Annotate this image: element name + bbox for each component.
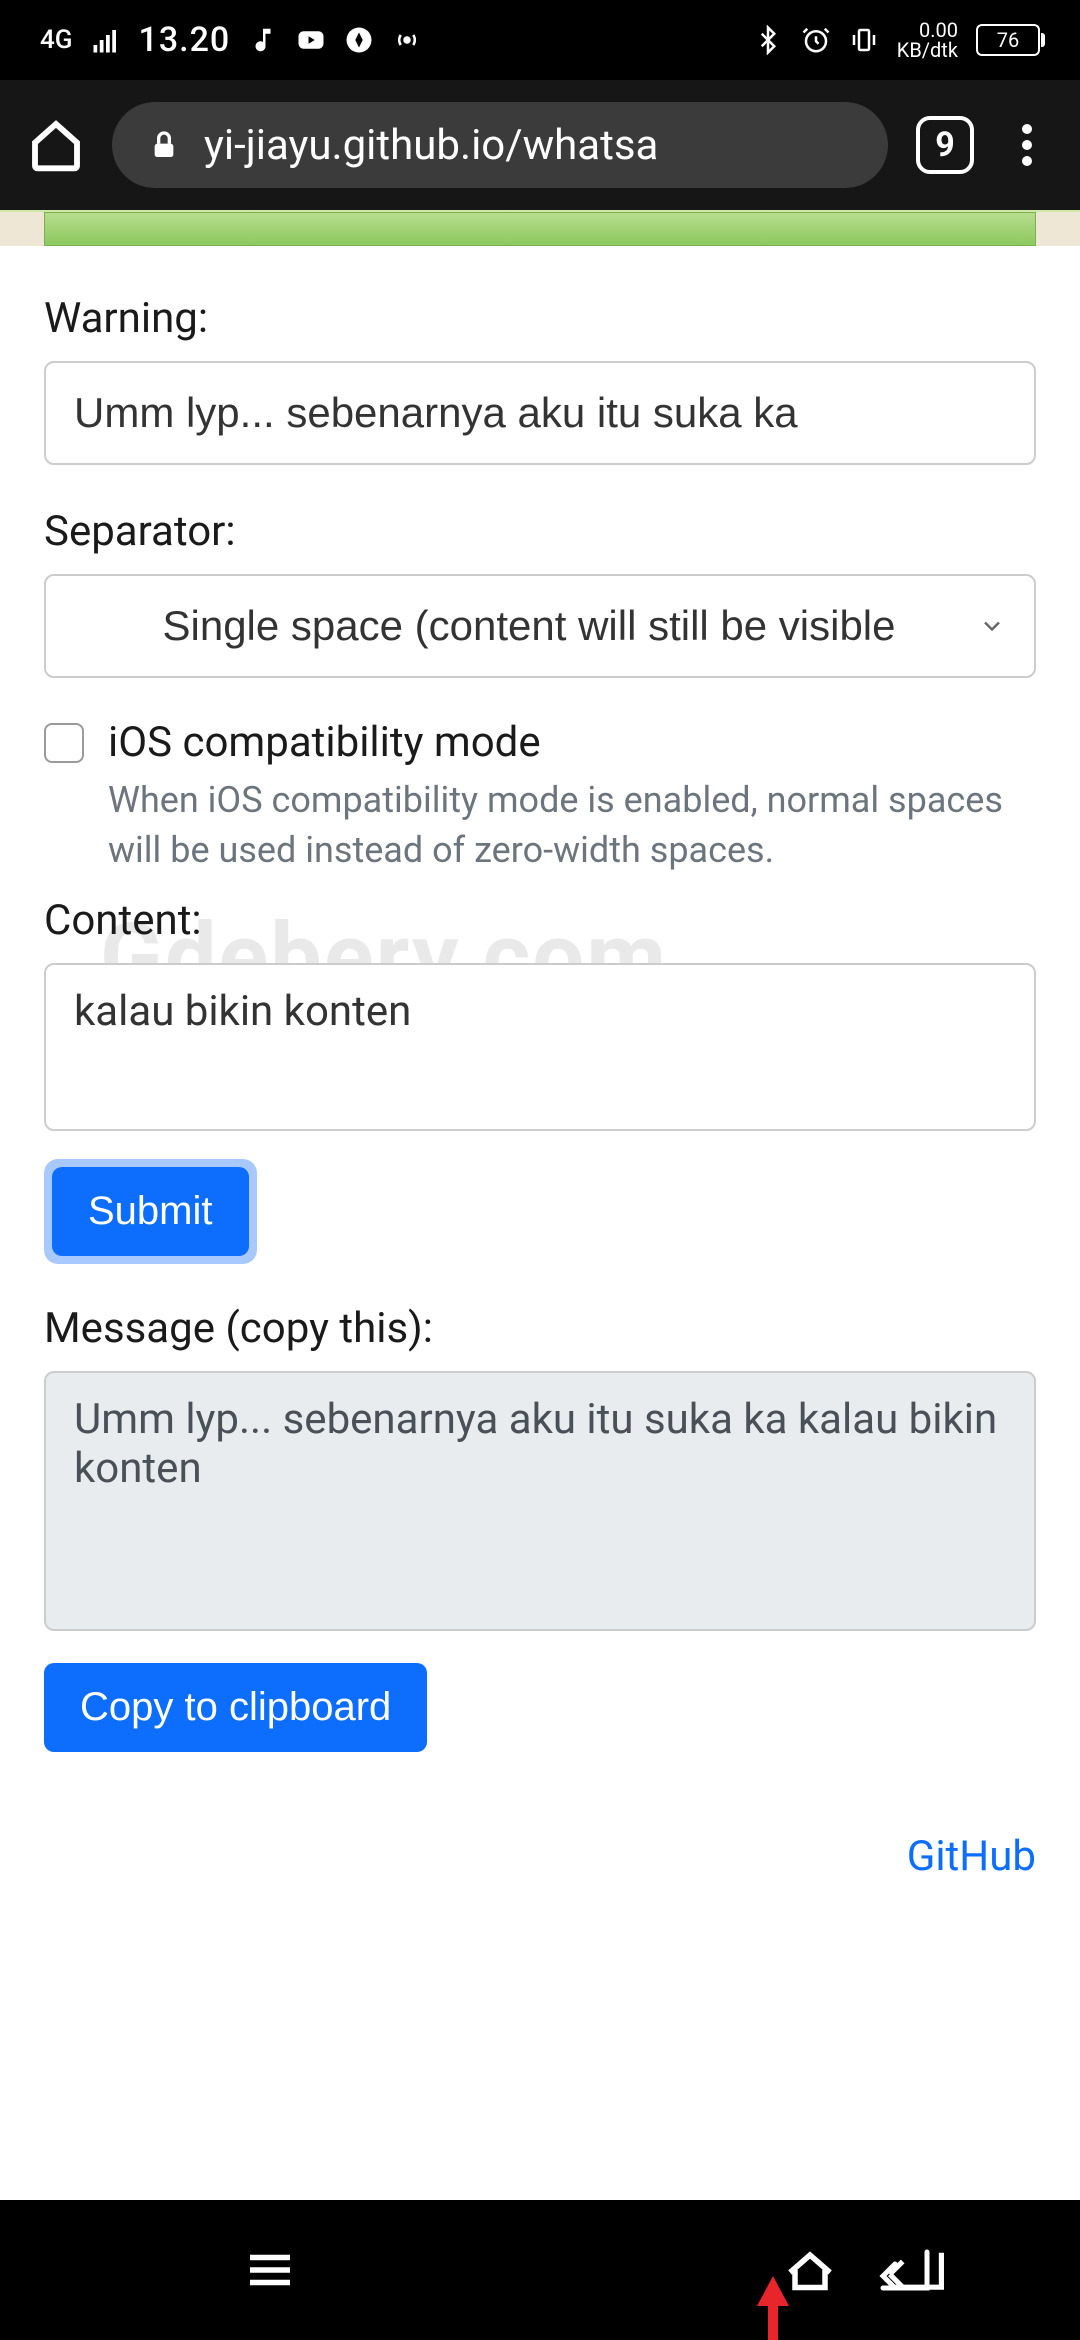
tabs-button[interactable]: 9 — [916, 116, 974, 174]
battery-indicator: 76 — [976, 24, 1040, 56]
ios-compat-checkbox[interactable] — [44, 723, 84, 763]
music-icon — [248, 25, 278, 55]
warning-input[interactable] — [44, 361, 1036, 465]
lock-icon — [148, 129, 180, 161]
browser-toolbar: yi-jiayu.github.io/whatsa 9 — [0, 80, 1080, 210]
submit-focus-ring: Submit — [44, 1159, 257, 1264]
url-text: yi-jiayu.github.io/whatsa — [204, 121, 658, 170]
message-output[interactable]: Umm lyp... sebenarnya aku itu suka ka ka… — [44, 1371, 1036, 1631]
page-content: Gdebery.com Warning: Separator: iOS comp… — [0, 210, 1080, 2200]
data-rate: 0.00 KB/dtk — [897, 20, 958, 60]
top-strip — [0, 210, 1080, 246]
chevron-down-icon — [978, 612, 1006, 640]
status-right: 0.00 KB/dtk 76 — [753, 20, 1040, 60]
vibrate-icon — [849, 25, 879, 55]
home-button[interactable] — [28, 117, 84, 173]
status-left: 4G 13.20 — [40, 20, 422, 60]
menu-dot-icon — [1022, 156, 1032, 166]
warning-label: Warning: — [44, 294, 1036, 343]
menu-dot-icon — [1022, 140, 1032, 150]
alarm-icon — [801, 25, 831, 55]
compass-icon — [344, 25, 374, 55]
message-label: Message (copy this): — [44, 1304, 1036, 1353]
clock-time: 13.20 — [139, 20, 231, 60]
ios-compat-help: When iOS compatibility mode is enabled, … — [108, 775, 1036, 876]
submit-button[interactable]: Submit — [52, 1167, 249, 1256]
content-textarea[interactable]: kalau bikin konten — [44, 963, 1036, 1131]
annotation-arrow-up — [755, 2276, 1080, 2340]
menu-dot-icon — [1022, 124, 1032, 134]
separator-label: Separator: — [44, 507, 1036, 556]
youtube-icon — [296, 25, 326, 55]
copy-button[interactable]: Copy to clipboard — [44, 1663, 427, 1752]
separator-select[interactable] — [44, 574, 1036, 678]
content-label: Content: — [44, 896, 1036, 945]
recents-button[interactable] — [227, 2240, 313, 2300]
ios-compat-label: iOS compatibility mode — [108, 718, 541, 767]
menu-button[interactable] — [1002, 120, 1052, 170]
hotspot-icon — [392, 25, 422, 55]
address-bar[interactable]: yi-jiayu.github.io/whatsa — [112, 102, 888, 188]
github-link[interactable]: GitHub — [44, 1832, 1036, 1881]
status-bar: 4G 13.20 0.00 KB/dtk 76 — [0, 0, 1080, 80]
signal-bars-icon — [91, 25, 121, 55]
bluetooth-icon — [753, 25, 783, 55]
signal-indicator: 4G — [40, 25, 73, 55]
ios-compat-row[interactable]: iOS compatibility mode — [44, 718, 1036, 767]
